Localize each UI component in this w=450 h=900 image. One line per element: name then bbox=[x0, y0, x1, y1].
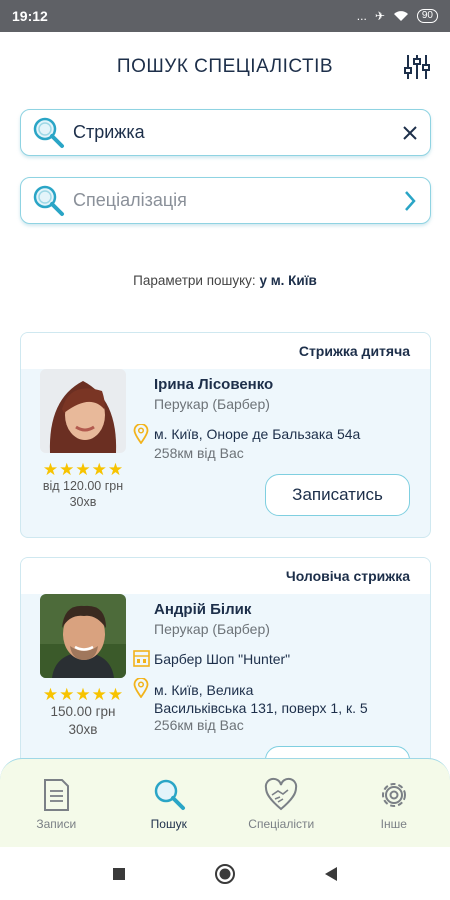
address: м. Київ, Оноре де Бальзака 54а bbox=[154, 426, 361, 442]
tab-other[interactable]: Інше bbox=[338, 759, 450, 847]
handshake-icon bbox=[265, 777, 298, 811]
status-dots: ... bbox=[356, 9, 367, 23]
location-pin-icon bbox=[133, 678, 149, 698]
card-service-title: Стрижка дитяча bbox=[21, 333, 430, 369]
shop-name[interactable]: Барбер Шоп "Hunter" bbox=[154, 650, 290, 668]
distance: 256км від Вас bbox=[154, 717, 244, 733]
duration: 30хв bbox=[68, 722, 98, 737]
airplane-icon: ✈ bbox=[374, 9, 385, 23]
service-search-value: Стрижка bbox=[73, 122, 145, 142]
star-icon: ★ bbox=[59, 685, 75, 704]
tab-label: Пошук bbox=[150, 817, 187, 831]
star-icon: ★ bbox=[59, 460, 75, 479]
star-icon: ★ bbox=[42, 460, 59, 479]
recent-apps-button[interactable] bbox=[107, 862, 131, 886]
specialist-card[interactable]: Стрижка дитяча ★ ★ ★ ★ ★ від 120.00 грн 30хв… bbox=[20, 332, 431, 538]
address-line-1: м. Київ, Велика bbox=[154, 682, 254, 698]
status-time: 19:12 bbox=[12, 8, 48, 24]
gear-icon bbox=[381, 783, 406, 807]
price: від 120.00 грн bbox=[42, 479, 124, 493]
specialist-role: Перукар (Барбер) bbox=[154, 396, 270, 412]
address-line-2: Васильківська 131, поверх 1, к. 5 bbox=[154, 700, 368, 716]
distance: 258км від Вас bbox=[154, 445, 244, 461]
star-icon: ★ bbox=[91, 460, 107, 479]
avatar bbox=[40, 594, 126, 678]
specialist-card[interactable]: Чоловіча стрижка ★ ★ ★ ★ ★ 150.00 грн 30хв А… bbox=[20, 557, 431, 777]
sliders-icon[interactable] bbox=[402, 52, 432, 82]
app-header: ПОШУК СПЕЦІАЛІСТІВ bbox=[0, 32, 450, 102]
search-params-location[interactable]: у м. Київ bbox=[259, 273, 316, 288]
specialist-role: Перукар (Барбер) bbox=[154, 621, 270, 637]
rating-stars: ★ ★ ★ ★ ★ bbox=[40, 461, 126, 478]
star-icon: ★ bbox=[107, 460, 124, 479]
document-icon bbox=[44, 779, 70, 811]
price: 150.00 грн bbox=[50, 704, 116, 719]
duration: 30хв bbox=[69, 495, 97, 509]
tab-label: Записи bbox=[36, 817, 77, 831]
search-params: Параметри пошуку: у м. Київ bbox=[0, 273, 450, 288]
tab-search[interactable]: Пошук bbox=[113, 759, 226, 847]
status-bar: 19:12 ... ✈ 90 bbox=[0, 0, 450, 32]
wifi-icon bbox=[393, 11, 408, 21]
tab-specialists[interactable]: Спеціалісти bbox=[225, 759, 338, 847]
system-nav-bar bbox=[0, 847, 450, 900]
specialist-name[interactable]: Ірина Лісовенко bbox=[154, 376, 273, 393]
star-icon: ★ bbox=[75, 460, 91, 479]
page-title: ПОШУК СПЕЦІАЛІСТІВ bbox=[116, 56, 334, 77]
clear-icon[interactable] bbox=[400, 123, 420, 143]
star-icon: ★ bbox=[42, 685, 59, 704]
bottom-tab-bar: Записи Пошук Спеціалісти Інше bbox=[0, 758, 450, 847]
tab-label: Інше bbox=[380, 817, 407, 831]
rating-stars: ★ ★ ★ ★ ★ bbox=[40, 686, 126, 703]
back-button[interactable] bbox=[319, 862, 343, 886]
card-service-title: Чоловіча стрижка bbox=[21, 558, 430, 594]
search-icon bbox=[154, 779, 185, 810]
avatar bbox=[40, 369, 126, 453]
specialization-select[interactable]: Спеціалізація bbox=[20, 177, 431, 224]
battery-indicator: 90 bbox=[416, 9, 438, 23]
status-icons: ... ✈ 90 bbox=[357, 9, 438, 23]
star-icon: ★ bbox=[107, 685, 124, 704]
specialist-name[interactable]: Андрій Білик bbox=[154, 601, 251, 618]
search-params-label: Параметри пошуку: bbox=[133, 273, 256, 288]
tab-appointments[interactable]: Записи bbox=[0, 759, 113, 847]
specialization-placeholder: Спеціалізація bbox=[73, 190, 187, 210]
home-button[interactable] bbox=[213, 862, 237, 886]
star-icon: ★ bbox=[91, 685, 107, 704]
shop-icon bbox=[133, 650, 150, 667]
search-icon bbox=[33, 117, 64, 148]
tab-label: Спеціалісти bbox=[248, 817, 315, 831]
location-pin-icon bbox=[133, 424, 149, 444]
chevron-right-icon[interactable] bbox=[400, 190, 420, 211]
star-icon: ★ bbox=[75, 685, 91, 704]
search-icon bbox=[33, 185, 64, 216]
service-search-input[interactable]: Стрижка bbox=[20, 109, 431, 156]
book-button[interactable]: Записатись bbox=[265, 474, 410, 516]
